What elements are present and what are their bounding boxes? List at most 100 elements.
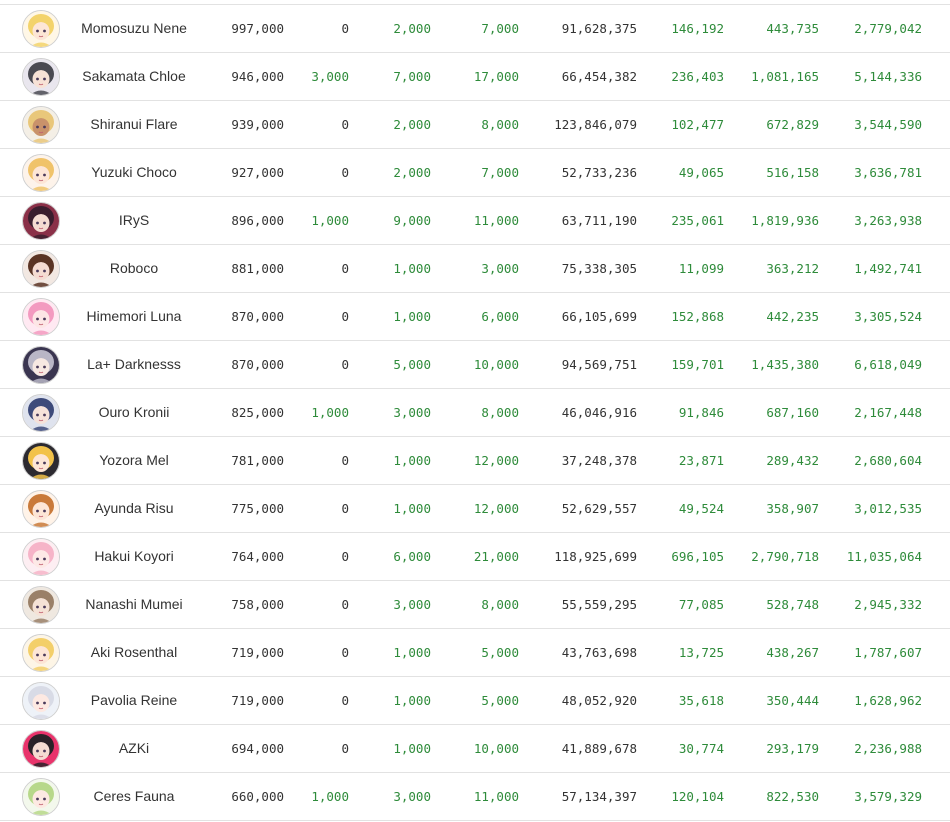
avatar-ayunda-risu-icon[interactable]: [22, 490, 60, 528]
channel-stats-table: Momosuzu Nene 997,000 0 2,000 7,000 91,628,37…: [0, 0, 950, 822]
channel-name[interactable]: Himemori Luna: [70, 293, 198, 340]
avatar-ouro-kronii-icon[interactable]: [22, 394, 60, 432]
total-views: 52,629,557: [561, 501, 637, 516]
subscriber-change-1d: 0: [341, 453, 349, 468]
total-views: 52,733,236: [561, 165, 637, 180]
views-change-7d: 350,444: [766, 693, 819, 708]
subscriber-count: 719,000: [231, 645, 284, 660]
views-change-1d: 102,477: [671, 117, 724, 132]
views-change-30d: 2,236,988: [854, 741, 922, 756]
channel-name[interactable]: Ayunda Risu: [70, 485, 198, 532]
table-row[interactable]: IRyS 896,000 1,000 9,000 11,000 63,711,190 235…: [0, 197, 950, 245]
subscriber-count: 719,000: [231, 693, 284, 708]
subscriber-change-30d: 21,000: [473, 549, 519, 564]
subscriber-change-1d: 0: [341, 117, 349, 132]
total-views: 43,763,698: [561, 645, 637, 660]
avatar-yozora-mel-icon[interactable]: [22, 442, 60, 480]
avatar-shiranui-flare-icon[interactable]: [22, 106, 60, 144]
subscriber-change-30d: 3,000: [481, 261, 519, 276]
views-change-1d: 49,065: [678, 165, 724, 180]
channel-name[interactable]: Ouro Kronii: [70, 389, 198, 436]
total-views: 46,046,916: [561, 405, 637, 420]
channel-name[interactable]: Shiranui Flare: [70, 101, 198, 148]
avatar-la-darknesss-icon[interactable]: [22, 346, 60, 384]
table-row[interactable]: Aki Rosenthal 719,000 0 1,000 5,000 43,763,69…: [0, 629, 950, 677]
channel-name[interactable]: Roboco: [70, 245, 198, 292]
table-row[interactable]: Ceres Fauna 660,000 1,000 3,000 11,000 57,134…: [0, 773, 950, 821]
subscriber-change-30d: 11,000: [473, 789, 519, 804]
channel-name[interactable]: Yozora Mel: [70, 437, 198, 484]
channel-name[interactable]: Sakamata Chloe: [70, 53, 198, 100]
subscriber-change-30d: 10,000: [473, 357, 519, 372]
table-row[interactable]: AZKi 694,000 0 1,000 10,000 41,889,678 30,774 2…: [0, 725, 950, 773]
avatar-azki-icon[interactable]: [22, 730, 60, 768]
subscriber-change-7d: 1,000: [393, 741, 431, 756]
views-change-30d: 2,945,332: [854, 597, 922, 612]
total-views: 48,052,920: [561, 693, 637, 708]
avatar-himemori-luna-icon[interactable]: [22, 298, 60, 336]
subscriber-count: 896,000: [231, 213, 284, 228]
views-change-30d: 3,305,524: [854, 309, 922, 324]
avatar-ceres-fauna-icon[interactable]: [22, 778, 60, 816]
views-change-7d: 289,432: [766, 453, 819, 468]
avatar-nanashi-mumei-icon[interactable]: [22, 586, 60, 624]
channel-name[interactable]: Hakui Koyori: [70, 533, 198, 580]
subscriber-change-30d: 8,000: [481, 597, 519, 612]
avatar-hakui-koyori-icon[interactable]: [22, 538, 60, 576]
avatar-irys-icon[interactable]: [22, 202, 60, 240]
subscriber-change-30d: 8,000: [481, 117, 519, 132]
subscriber-count: 939,000: [231, 117, 284, 132]
subscriber-change-1d: 0: [341, 741, 349, 756]
table-row[interactable]: Roboco 881,000 0 1,000 3,000 75,338,305 11,099…: [0, 245, 950, 293]
subscriber-change-1d: 0: [341, 549, 349, 564]
avatar-pavolia-reine-icon[interactable]: [22, 682, 60, 720]
table-row[interactable]: Ouro Kronii 825,000 1,000 3,000 8,000 46,046,…: [0, 389, 950, 437]
subscriber-change-1d: 0: [341, 357, 349, 372]
table-row[interactable]: Nanashi Mumei 758,000 0 3,000 8,000 55,559,29…: [0, 581, 950, 629]
table-row[interactable]: Pavolia Reine 719,000 0 1,000 5,000 48,052,92…: [0, 677, 950, 725]
views-change-30d: 2,779,042: [854, 21, 922, 36]
views-change-30d: 1,492,741: [854, 261, 922, 276]
avatar-momosuzu-nene-icon[interactable]: [22, 10, 60, 48]
table-row[interactable]: La+ Darknesss 870,000 0 5,000 10,000 94,569,7…: [0, 341, 950, 389]
subscriber-change-30d: 8,000: [481, 405, 519, 420]
channel-name[interactable]: La+ Darknesss: [70, 341, 198, 388]
channel-name[interactable]: Momosuzu Nene: [70, 5, 198, 52]
channel-name[interactable]: Ceres Fauna: [70, 773, 198, 820]
subscriber-count: 781,000: [231, 453, 284, 468]
table-row[interactable]: Yuzuki Choco 927,000 0 2,000 7,000 52,733,236…: [0, 149, 950, 197]
avatar-aki-rosenthal-icon[interactable]: [22, 634, 60, 672]
subscriber-change-7d: 1,000: [393, 501, 431, 516]
subscriber-count: 927,000: [231, 165, 284, 180]
table-row[interactable]: Ayunda Risu 775,000 0 1,000 12,000 52,629,557…: [0, 485, 950, 533]
subscriber-change-30d: 11,000: [473, 213, 519, 228]
subscriber-change-30d: 5,000: [481, 645, 519, 660]
subscriber-change-7d: 1,000: [393, 453, 431, 468]
subscriber-change-1d: 0: [341, 597, 349, 612]
views-change-7d: 672,829: [766, 117, 819, 132]
channel-name[interactable]: Pavolia Reine: [70, 677, 198, 724]
table-row[interactable]: Momosuzu Nene 997,000 0 2,000 7,000 91,628,37…: [0, 5, 950, 53]
channel-name[interactable]: Yuzuki Choco: [70, 149, 198, 196]
table-row[interactable]: Yozora Mel 781,000 0 1,000 12,000 37,248,378 2…: [0, 437, 950, 485]
avatar-roboco-icon[interactable]: [22, 250, 60, 288]
subscriber-change-7d: 2,000: [393, 165, 431, 180]
subscriber-change-1d: 0: [341, 645, 349, 660]
views-change-7d: 1,435,380: [751, 357, 819, 372]
subscriber-change-7d: 2,000: [393, 117, 431, 132]
table-row[interactable]: Sakamata Chloe 946,000 3,000 7,000 17,000 66,…: [0, 53, 950, 101]
avatar-yuzuki-choco-icon[interactable]: [22, 154, 60, 192]
views-change-30d: 11,035,064: [846, 549, 922, 564]
total-views: 94,569,751: [561, 357, 637, 372]
table-row[interactable]: Shiranui Flare 939,000 0 2,000 8,000 123,846,…: [0, 101, 950, 149]
table-row[interactable]: Hakui Koyori 764,000 0 6,000 21,000 118,925,6…: [0, 533, 950, 581]
views-change-30d: 1,787,607: [854, 645, 922, 660]
channel-name[interactable]: IRyS: [70, 197, 198, 244]
avatar-sakamata-chloe-icon[interactable]: [22, 58, 60, 96]
channel-name[interactable]: AZKi: [70, 725, 198, 772]
table-row[interactable]: Himemori Luna 870,000 0 1,000 6,000 66,105,69…: [0, 293, 950, 341]
channel-name[interactable]: Aki Rosenthal: [70, 629, 198, 676]
subscriber-count: 946,000: [231, 69, 284, 84]
views-change-7d: 363,212: [766, 261, 819, 276]
channel-name[interactable]: Nanashi Mumei: [70, 581, 198, 628]
